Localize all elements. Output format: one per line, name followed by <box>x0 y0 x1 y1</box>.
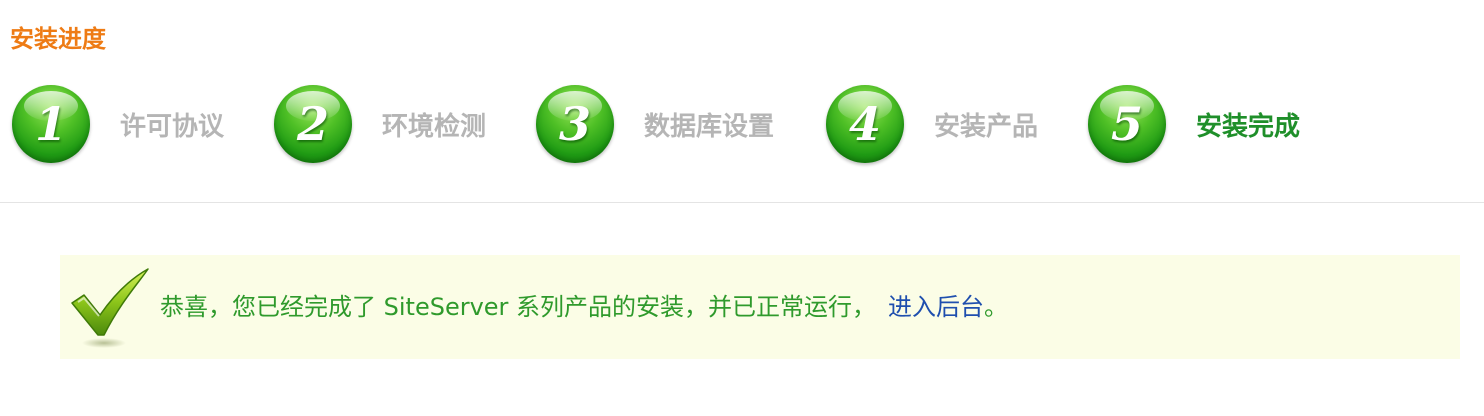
step-5-number: 5 <box>1110 97 1143 151</box>
step-4-number: 4 <box>848 97 881 151</box>
notice-message: 恭喜，您已经完成了 SiteServer 系列产品的安装，并已正常运行， <box>160 293 877 321</box>
step-2: 2 环境检测 <box>274 84 486 164</box>
step-5-label: 安装完成 <box>1196 111 1301 142</box>
step-1: 1 许可协议 <box>12 84 224 164</box>
step-1-number: 1 <box>34 97 67 151</box>
step-5: 5 安装完成 <box>1088 84 1300 164</box>
step-4-label: 安装产品 <box>934 111 1039 142</box>
step-3-number: 3 <box>558 97 591 151</box>
step-1-label: 许可协议 <box>120 111 225 142</box>
notice-suffix: 。 <box>984 293 1009 321</box>
step-2-number: 2 <box>296 97 329 151</box>
step-3-number-icon: 3 <box>536 85 614 163</box>
step-2-number-icon: 2 <box>274 85 352 163</box>
divider <box>0 202 1484 203</box>
enter-admin-link[interactable]: 进入后台 <box>888 293 984 321</box>
step-3: 3 数据库设置 <box>536 84 774 164</box>
progress-steps: 1 许可协议 2 环境检测 3 数据库设置 4 安装产品 5 安装完成 <box>10 84 1410 164</box>
step-5-number-icon: 5 <box>1088 85 1166 163</box>
step-4: 4 安装产品 <box>826 84 1038 164</box>
section-title: 安装进度 <box>10 25 106 53</box>
success-notice: 恭喜，您已经完成了 SiteServer 系列产品的安装，并已正常运行， 进入后台… <box>60 255 1460 359</box>
step-1-number-icon: 1 <box>12 85 90 163</box>
checkmark-icon <box>70 265 152 351</box>
notice-text: 恭喜，您已经完成了 SiteServer 系列产品的安装，并已正常运行， 进入后台… <box>160 289 1008 325</box>
install-progress-page: 安装进度 1 许可协议 2 环境检测 3 数据库设置 4 安装产品 5 安装完成… <box>0 0 1484 416</box>
step-4-number-icon: 4 <box>826 85 904 163</box>
step-2-label: 环境检测 <box>382 111 487 142</box>
step-3-label: 数据库设置 <box>644 111 775 142</box>
